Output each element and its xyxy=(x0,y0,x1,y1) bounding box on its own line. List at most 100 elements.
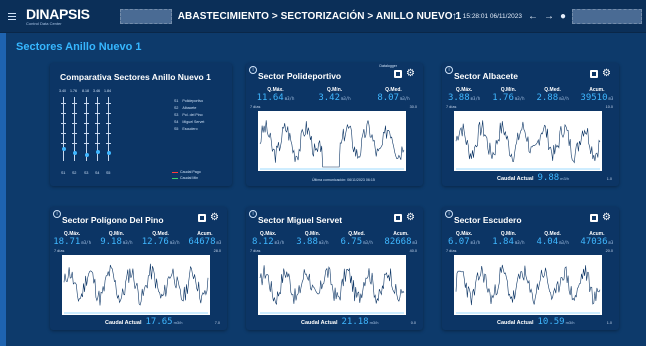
slider-handle[interactable] xyxy=(106,151,111,156)
legend-code: S5 xyxy=(174,127,179,131)
y-axis-top: 28.0 xyxy=(213,249,221,253)
slider-tick xyxy=(61,113,66,114)
gear-icon[interactable]: ⚙ xyxy=(406,213,415,223)
logo-subtitle: Control Data Center xyxy=(26,20,62,26)
info-icon[interactable]: i xyxy=(445,66,453,74)
stat-value: 11.64 xyxy=(256,93,284,103)
stat-acum: Acum. 64678m3 xyxy=(183,231,227,247)
flow-line xyxy=(63,263,209,306)
current-flow-value: 10.59 xyxy=(537,317,565,327)
legend-code: S1 xyxy=(174,99,179,103)
slider-label: S3 xyxy=(84,171,89,175)
bottom-legend-item: Caudal Min xyxy=(172,176,198,180)
current-flow: Caudal Actual 17.65m3/h xyxy=(105,317,182,327)
card-actions: ⚙ xyxy=(198,213,219,223)
stat-value: 6.07 xyxy=(447,237,470,247)
stat-max: Q.Máx. 18.71m3/h xyxy=(50,231,94,247)
flow-chart[interactable] xyxy=(258,111,406,171)
slider-tick xyxy=(95,143,100,144)
info-icon[interactable]: i xyxy=(53,210,61,218)
menu-icon[interactable] xyxy=(4,12,20,20)
forward-icon[interactable]: → xyxy=(544,11,554,22)
stat-value: 8.12 xyxy=(251,237,274,247)
stat-unit: m3/h xyxy=(169,240,180,245)
redacted-area xyxy=(119,8,172,24)
slider-tick xyxy=(84,143,89,144)
current-flow-label: Caudal Actual xyxy=(497,176,534,182)
back-icon[interactable]: ← xyxy=(528,11,538,22)
comparison-card: Comparativa Sectores Anillo Nuevo 1 3.40… xyxy=(50,63,232,186)
slider-label: S1 xyxy=(61,171,66,175)
slider-tick xyxy=(84,103,89,104)
stat-max: Q.Máx. 11.64m3/h xyxy=(246,87,305,103)
timestamp: 15:28:01 06/11/2023 xyxy=(462,13,522,20)
app-logo[interactable]: DINAPSIS Control Data Center xyxy=(26,7,90,26)
export-icon[interactable] xyxy=(394,70,403,78)
slider-tick xyxy=(61,133,66,134)
current-flow-unit: m3/h xyxy=(173,320,183,325)
export-icon[interactable] xyxy=(590,70,599,78)
stat-value: 4.04 xyxy=(536,237,559,247)
user-icon[interactable]: ● xyxy=(560,11,566,22)
flow-chart[interactable] xyxy=(258,255,406,315)
page-title: Sectores Anillo Nuevo 1 xyxy=(16,41,142,53)
y-axis-label: 7 días xyxy=(446,105,457,109)
sector-title: Sector Albacete xyxy=(454,71,518,81)
x-axis-right: 7.0 xyxy=(214,321,220,325)
sector-title: Sector Miguel Servet xyxy=(258,215,343,225)
slider-tick xyxy=(84,133,89,134)
slider-track[interactable] xyxy=(63,97,64,161)
stat-unit: m3/h xyxy=(559,240,569,245)
gear-icon[interactable]: ⚙ xyxy=(406,69,415,79)
current-flow-label: Caudal Actual xyxy=(105,320,142,326)
stat-unit: m3/h xyxy=(470,240,481,245)
top-note: Datalogger xyxy=(379,64,397,68)
stats-row: Q.Máx. 6.07m3/h Q.Mín. 1.84m3/h Q.Med. 4.04m3… xyxy=(442,231,619,247)
stat-acum: Acum. 39510m3 xyxy=(575,87,619,103)
info-icon[interactable]: i xyxy=(445,210,453,218)
sector-card: i Sector Miguel Servet ⚙ Q.Máx. 8.12m3/h Q.Mí… xyxy=(246,207,423,330)
current-flow-label: Caudal Actual xyxy=(301,320,338,326)
stat-value: 12.76 xyxy=(141,237,169,247)
info-icon[interactable]: i xyxy=(249,210,257,218)
info-icon[interactable]: i xyxy=(249,66,257,74)
slider-handle[interactable] xyxy=(72,151,77,156)
stat-unit: m3/h xyxy=(341,96,351,101)
slider-handle[interactable] xyxy=(95,150,100,155)
bottom-legend-item: Caudal Pago xyxy=(172,170,201,174)
gear-icon[interactable]: ⚙ xyxy=(602,213,611,223)
x-axis-right: 1.0 xyxy=(606,321,612,325)
legend-swatch xyxy=(172,171,178,173)
flow-chart-svg xyxy=(455,264,601,314)
current-flow-value: 17.65 xyxy=(145,317,173,327)
slider-tick xyxy=(106,113,111,114)
slider-handle[interactable] xyxy=(84,152,89,157)
gear-icon[interactable]: ⚙ xyxy=(602,69,611,79)
sector-title: Sector Polideportivo xyxy=(258,71,342,81)
current-flow: Caudal Actual 21.18m3/h xyxy=(301,317,378,327)
export-icon[interactable] xyxy=(394,214,403,222)
stat-unit: m3 xyxy=(608,240,614,245)
slider-tick xyxy=(95,133,100,134)
flow-chart[interactable] xyxy=(62,255,210,315)
stat-unit: m3/h xyxy=(284,96,295,101)
flow-chart[interactable] xyxy=(454,255,602,315)
current-flow-value: 21.18 xyxy=(341,317,369,327)
y-axis-top: 20.0 xyxy=(605,249,613,253)
export-icon[interactable] xyxy=(590,214,599,222)
gear-icon[interactable]: ⚙ xyxy=(210,213,219,223)
export-icon[interactable] xyxy=(198,214,207,222)
flow-chart[interactable] xyxy=(454,111,602,171)
arrow-up-icon[interactable]: ↑ xyxy=(452,11,457,22)
stat-value: 9.18 xyxy=(100,237,122,247)
stat-min: Q.Mín. 3.88m3/h xyxy=(290,231,334,247)
legend-text: Caudal Min xyxy=(180,176,199,180)
slider-tick xyxy=(84,123,89,124)
legend-code: S3 xyxy=(174,113,179,117)
sector-card: i Sector Albacete ⚙ Q.Máx. 3.88m3/h Q.Mín. 1.7… xyxy=(442,63,619,186)
slider-track[interactable] xyxy=(86,97,87,161)
flow-chart-svg xyxy=(455,120,601,170)
y-axis-top: 30.0 xyxy=(409,105,417,109)
slider-top-value: 8.18 xyxy=(82,89,89,93)
slider-tick xyxy=(95,103,100,104)
